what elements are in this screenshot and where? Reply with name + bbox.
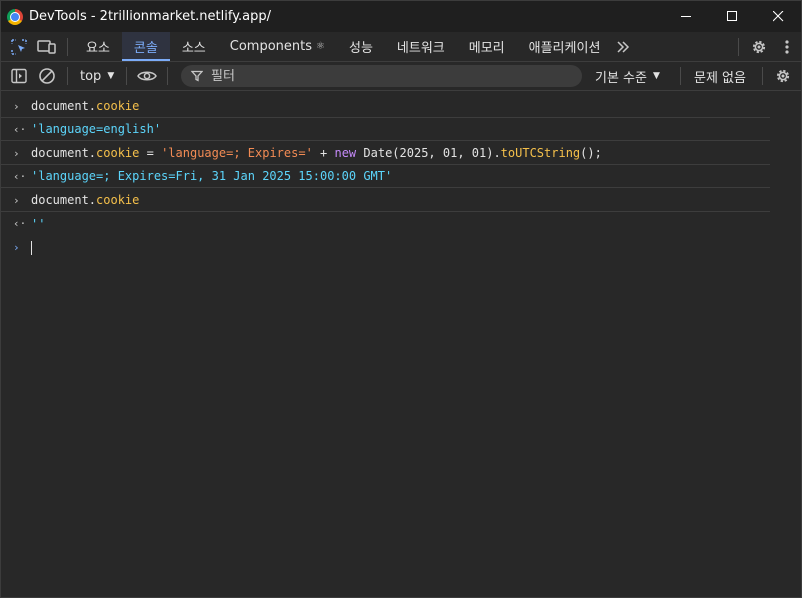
code-token: document. [31, 146, 97, 160]
console-result-line[interactable]: ‹· 'language=; Expires=Fri, 31 Jan 2025 1… [1, 165, 770, 188]
tab-components-label: Components [229, 39, 313, 54]
input-chevron-icon: › [13, 146, 20, 160]
code-token: document. [31, 99, 97, 113]
tab-network[interactable]: 네트워크 [385, 32, 457, 61]
context-label: top [80, 68, 102, 84]
tab-sources-label: 소스 [181, 41, 206, 56]
clear-icon [39, 68, 55, 84]
filter-input[interactable] [209, 67, 573, 85]
console-prompt[interactable]: › [1, 236, 770, 259]
tab-elements[interactable]: 요소 [74, 32, 122, 61]
toolbar-divider [126, 67, 128, 85]
react-icon: ⚛ [316, 41, 325, 52]
console-result-line[interactable]: ‹· '' [1, 212, 770, 235]
log-level-label: 기본 수준 [595, 70, 647, 86]
toolbar-divider [167, 67, 169, 85]
tab-application-label: 애플리케이션 [528, 41, 601, 56]
code-token: cookie [96, 146, 140, 160]
console-toolbar: top ▼ 기본 수준 ▼ 문제 없음 [1, 62, 801, 91]
code-token: new [334, 146, 357, 160]
log-level-selector[interactable]: 기본 수준 ▼ [595, 62, 660, 90]
title-bar: DevTools - 2trillionmarket.netlify.app/ [1, 1, 801, 32]
tab-components[interactable]: Components ⚛ [218, 32, 337, 61]
issues-counter[interactable]: 문제 없음 [694, 62, 746, 90]
prompt-chevron-icon: › [13, 241, 20, 254]
tab-network-label: 네트워크 [396, 41, 445, 56]
code-token: document. [31, 193, 97, 207]
code-token: Date(2025, 01, 01). [356, 146, 501, 160]
select-element-icon [11, 38, 27, 55]
inspect-element-button[interactable] [5, 33, 33, 61]
maximize-icon [726, 11, 737, 21]
tabbar-actions [732, 32, 801, 61]
settings-button[interactable] [745, 33, 773, 61]
tab-memory-label: 메모리 [468, 41, 505, 56]
issues-label: 문제 없음 [694, 70, 746, 86]
toolbar-divider [67, 67, 68, 85]
tab-performance[interactable]: 성능 [337, 32, 385, 61]
device-mode-icon [37, 39, 56, 54]
gear-icon [776, 69, 790, 83]
code-token: cookie [96, 193, 140, 207]
panel-tabs-bar: 요소 콘솔 소스 Components ⚛ 성능 네트워크 메모리 애플리케이션 [1, 32, 801, 62]
minimize-button[interactable] [663, 1, 709, 32]
gear-icon [752, 40, 766, 53]
chevron-double-right-icon [617, 40, 630, 53]
tab-application[interactable]: 애플리케이션 [517, 32, 613, 61]
tab-console-label: 콘솔 [133, 41, 158, 56]
eye-icon [137, 71, 158, 81]
toolbar-divider [762, 67, 763, 85]
console-input-line[interactable]: › document. cookie [1, 95, 770, 118]
input-chevron-icon: › [13, 193, 20, 207]
result-arrow-icon: ‹· [13, 169, 27, 183]
filter-box [181, 65, 582, 87]
code-token: 'language=; Expires=' [161, 146, 313, 160]
minimize-icon [680, 16, 691, 17]
kebab-menu-icon [785, 39, 789, 54]
console-result-line[interactable]: ‹· 'language=english' [1, 118, 770, 141]
code-token: + [312, 146, 335, 160]
devtools-window: DevTools - 2trillionmarket.netlify.app/ [0, 0, 802, 598]
close-icon [772, 11, 783, 22]
show-sidebar-button[interactable] [5, 62, 33, 90]
code-token: cookie [96, 99, 140, 113]
result-value: 'language=english' [31, 122, 162, 136]
live-expression-button[interactable] [133, 62, 161, 90]
chrome-icon [7, 8, 23, 25]
toolbar-divider [680, 67, 681, 85]
result-value: 'language=; Expires=Fri, 31 Jan 2025 15:… [31, 169, 393, 183]
filter-icon [191, 70, 203, 82]
device-toolbar-button[interactable] [33, 33, 61, 61]
text-cursor [31, 240, 32, 255]
console-output[interactable]: › document. cookie ‹·'language=english' › doc… [1, 91, 801, 597]
result-value: '' [31, 216, 46, 231]
context-selector[interactable]: top ▼ [74, 69, 120, 84]
close-button[interactable] [755, 1, 801, 32]
console-settings-button[interactable] [769, 62, 797, 90]
console-input-line[interactable]: › document. cookie = 'language=; Expires='… [1, 142, 770, 165]
window-title: DevTools - 2trillionmarket.netlify.app/ [29, 9, 272, 24]
maximize-button[interactable] [709, 1, 755, 32]
result-arrow-icon: ‹· [13, 122, 27, 136]
clear-console-button[interactable] [33, 62, 61, 90]
tab-elements-label: 요소 [86, 41, 110, 56]
input-chevron-icon: › [13, 99, 20, 113]
result-arrow-icon: ‹· [13, 217, 27, 230]
code-token: toUTCString [500, 146, 581, 160]
window-controls [663, 1, 801, 32]
more-tabs-button[interactable] [612, 32, 634, 61]
tab-sources[interactable]: 소스 [170, 32, 218, 61]
code-token: (); [580, 146, 602, 160]
console-input-line[interactable]: › document. cookie [1, 189, 770, 212]
tab-console[interactable]: 콘솔 [121, 32, 170, 61]
triangle-down-icon: ▼ [107, 71, 115, 81]
tab-memory[interactable]: 메모리 [457, 32, 517, 61]
code-token: = [139, 146, 162, 160]
tab-performance-label: 성능 [348, 41, 373, 56]
toolbar-divider [738, 37, 739, 56]
triangle-down-icon: ▼ [652, 71, 660, 81]
sidebar-toggle-icon [11, 68, 27, 84]
toolbar-divider [67, 37, 68, 56]
customize-menu-button[interactable] [773, 33, 801, 61]
